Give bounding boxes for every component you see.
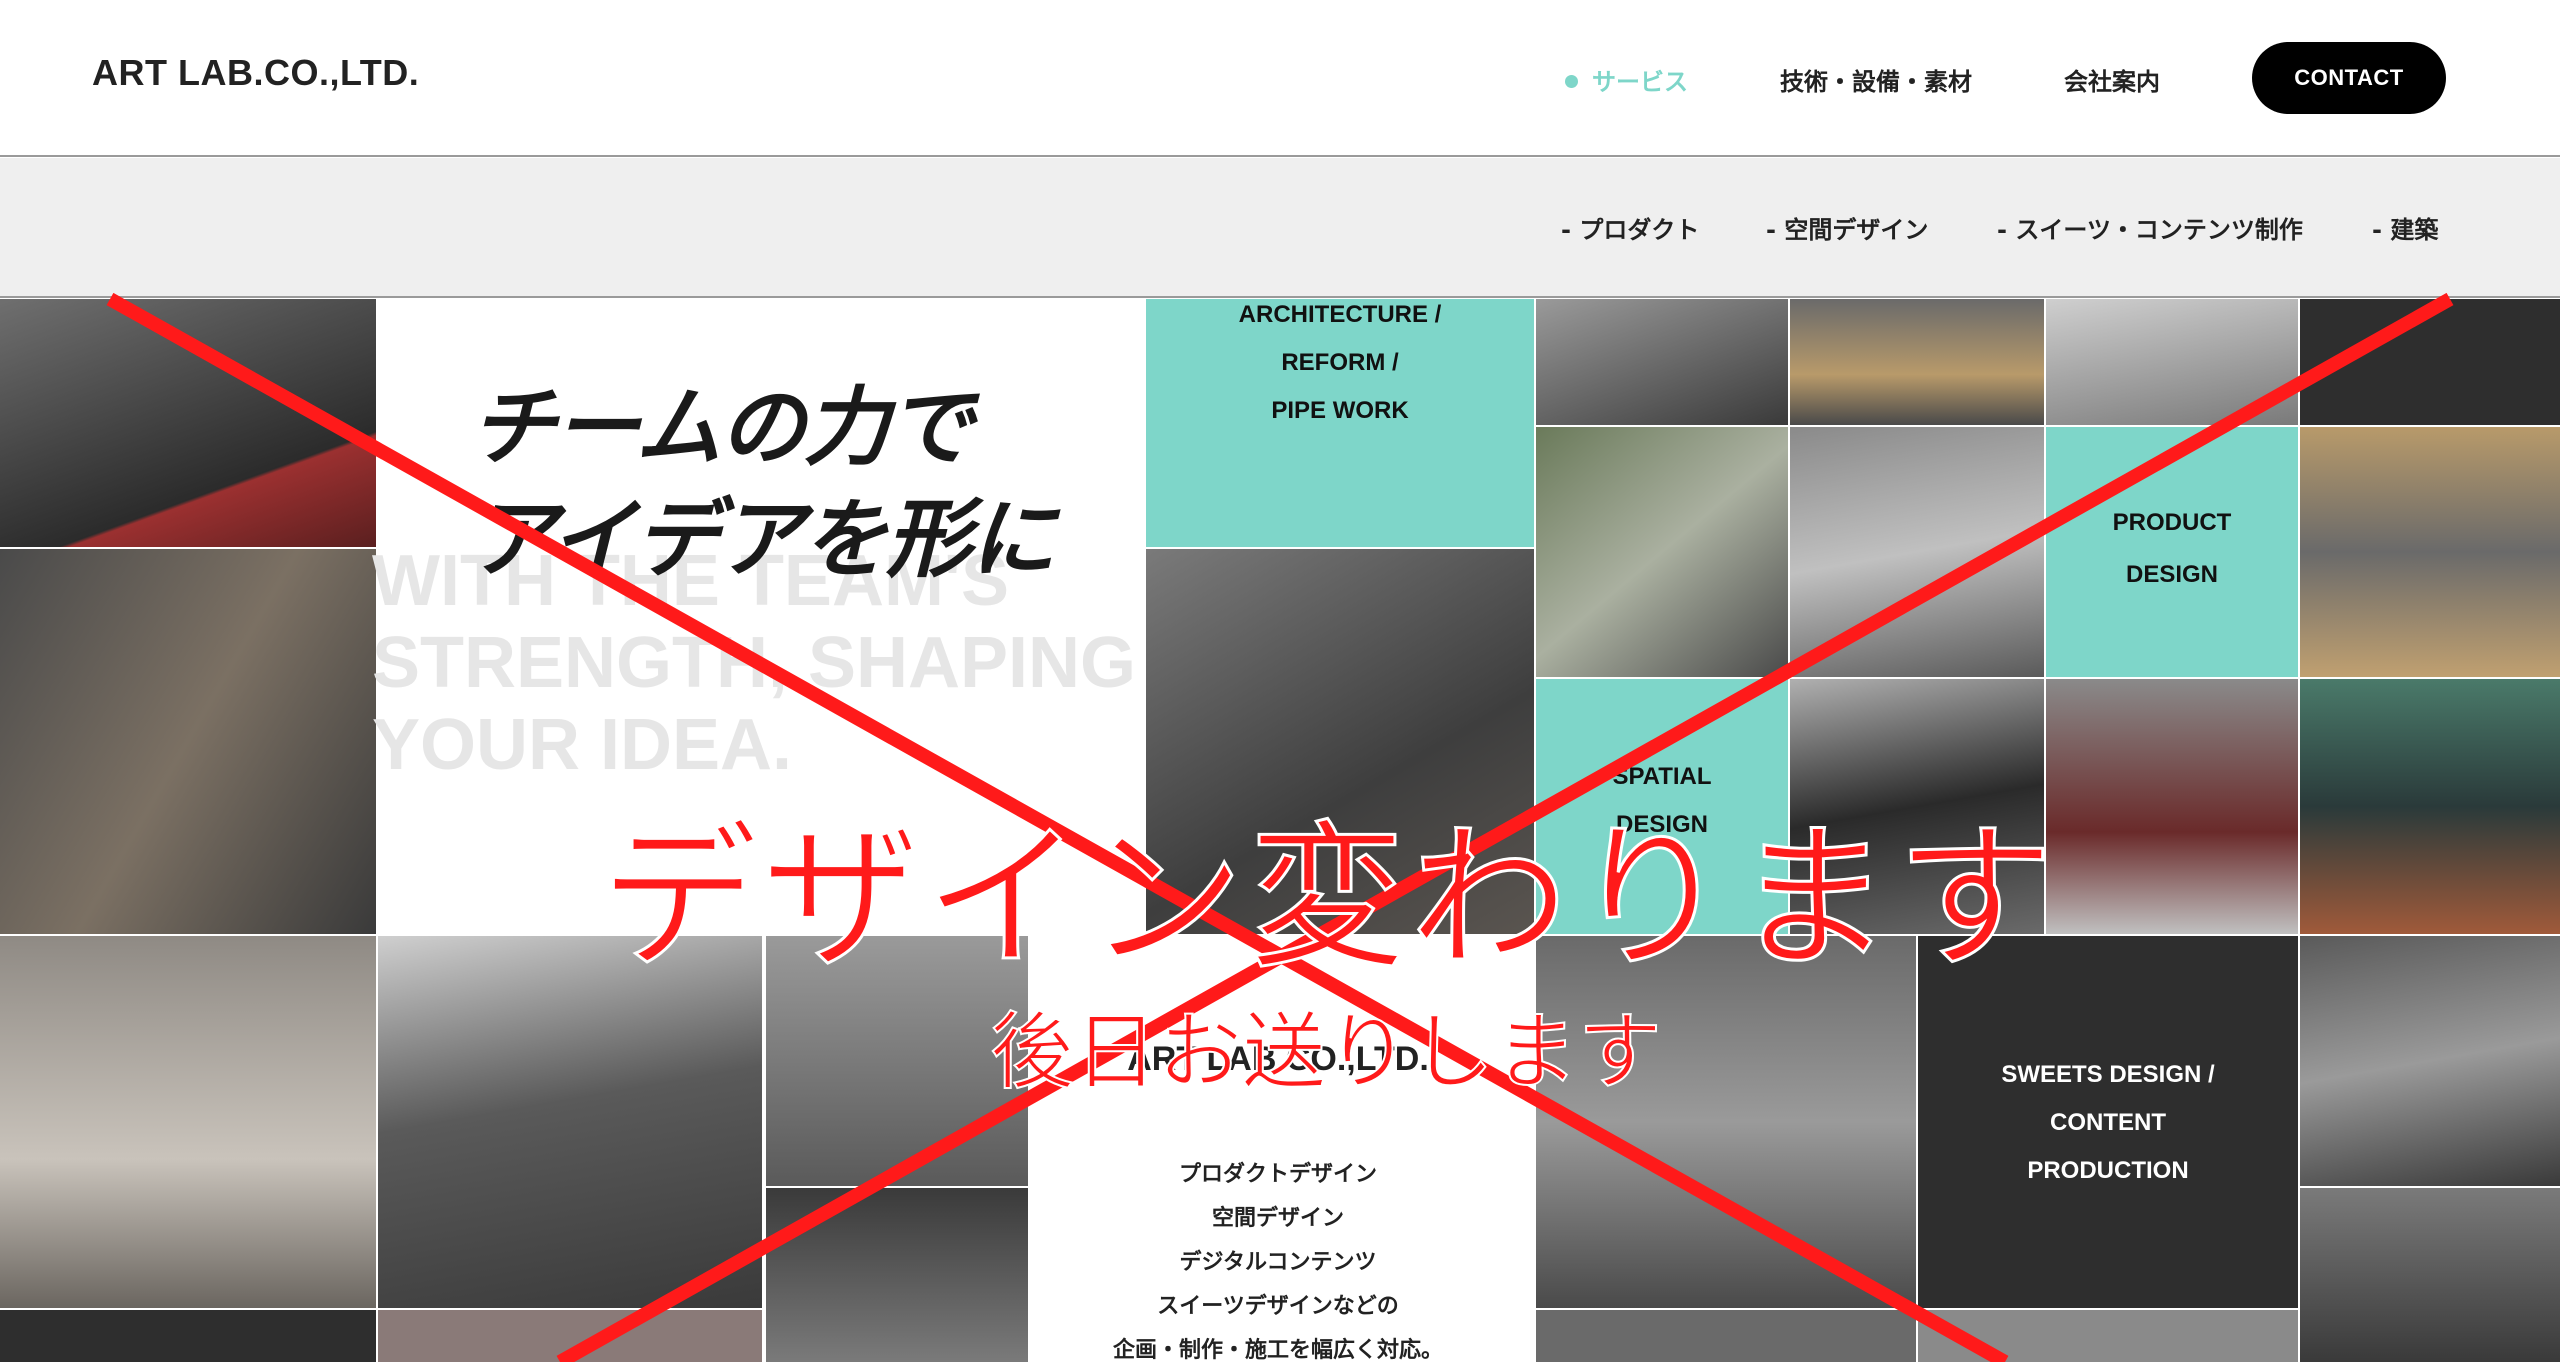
photo-color-samples <box>2046 679 2298 934</box>
photo-spray-painting <box>0 299 376 547</box>
photo-paint-shelves <box>2300 427 2560 677</box>
tile-product-line2: DESIGN <box>2125 561 2218 588</box>
tile-dark-top-right <box>2300 299 2560 425</box>
active-dot-icon <box>1565 74 1578 88</box>
nav-item-company[interactable]: 会社案内 <box>2064 62 2160 97</box>
tile-architecture[interactable]: ARCHITECTURE / REFORM / PIPE WORK <box>1146 299 1534 547</box>
hero-title-line2: アイデアを形に <box>470 490 1056 590</box>
nav-item-tech[interactable]: 技術・設備・素材 <box>1780 62 1972 97</box>
site-logo[interactable]: ART LAB.CO.,LTD. <box>92 52 419 94</box>
subnav-item-sweets[interactable]: - スイーツ・コンテンツ制作 <box>1997 210 2303 245</box>
photo-team-meeting <box>0 549 376 934</box>
photo-person-smile <box>2046 299 2298 425</box>
tile-architecture-line1: ARCHITECTURE / <box>1238 301 1442 328</box>
tile-architecture-line3: PIPE WORK <box>1271 397 1409 424</box>
about-line-1: プロダクトデザイン <box>1178 1162 1377 1187</box>
photo-woman-portrait <box>1536 427 1788 677</box>
photo-laughing-man <box>2300 936 2560 1186</box>
photo-paint-cans <box>1790 299 2044 425</box>
photo-bottom-strip-1 <box>1536 1310 1916 1362</box>
tile-product-line1: PRODUCT <box>2112 509 2232 536</box>
subnav-item-architecture[interactable]: - 建築 <box>2372 210 2438 245</box>
hero-en-line2: STRENGTH, SHAPING <box>372 623 1137 703</box>
hero-title-line1: チームの力で <box>470 378 973 478</box>
photo-flowers <box>378 1310 762 1362</box>
tile-dark-bottom-left <box>0 1310 376 1362</box>
tile-architecture-line2: REFORM / <box>1281 349 1399 376</box>
site-header: ART LAB.CO.,LTD. サービス 技術・設備・素材 会社案内 CONT… <box>0 0 2560 157</box>
subnav-item-spatial[interactable]: - 空間デザイン <box>1766 210 1928 245</box>
nav-item-service[interactable]: サービス <box>1565 62 1688 97</box>
nav-item-service-label: サービス <box>1592 68 1688 96</box>
about-line-3: デジタルコンテンツ <box>1179 1250 1377 1275</box>
photo-showroom <box>0 936 376 1308</box>
photo-material-swatches <box>766 1188 1028 1362</box>
about-line-4: スイーツデザインなどの <box>1157 1294 1399 1319</box>
subnav-item-product[interactable]: - プロダクト <box>1561 210 1699 245</box>
tile-product-design[interactable]: PRODUCT DESIGN <box>2046 427 2298 677</box>
tile-sweets-line3: PRODUCTION <box>2027 1157 2189 1184</box>
photo-workshop-pots <box>1790 427 2044 677</box>
overlay-notice-main: デザイン変わります <box>599 806 2058 993</box>
photo-machine <box>1536 299 1788 425</box>
about-line-5: 企画・制作・施工を幅広く対応。 <box>1112 1338 1443 1363</box>
photo-sketches <box>2300 1188 2560 1362</box>
photo-paint-bottles <box>2300 679 2560 934</box>
service-subnav: - プロダクト - 空間デザイン - スイーツ・コンテンツ制作 - 建築 <box>0 158 2560 298</box>
tile-sweets-line2: CONTENT <box>2050 1109 2166 1136</box>
contact-button[interactable]: CONTACT <box>2252 42 2446 114</box>
about-line-2: 空間デザイン <box>1211 1206 1344 1231</box>
hero-title: チームの力で アイデアを形に <box>470 372 1056 596</box>
tile-sweets-line1: SWEETS DESIGN / <box>2001 1061 2215 1088</box>
photo-bottom-strip-2 <box>1918 1310 2298 1362</box>
overlay-notice-sub: 後日お送りします <box>989 1002 1663 1102</box>
